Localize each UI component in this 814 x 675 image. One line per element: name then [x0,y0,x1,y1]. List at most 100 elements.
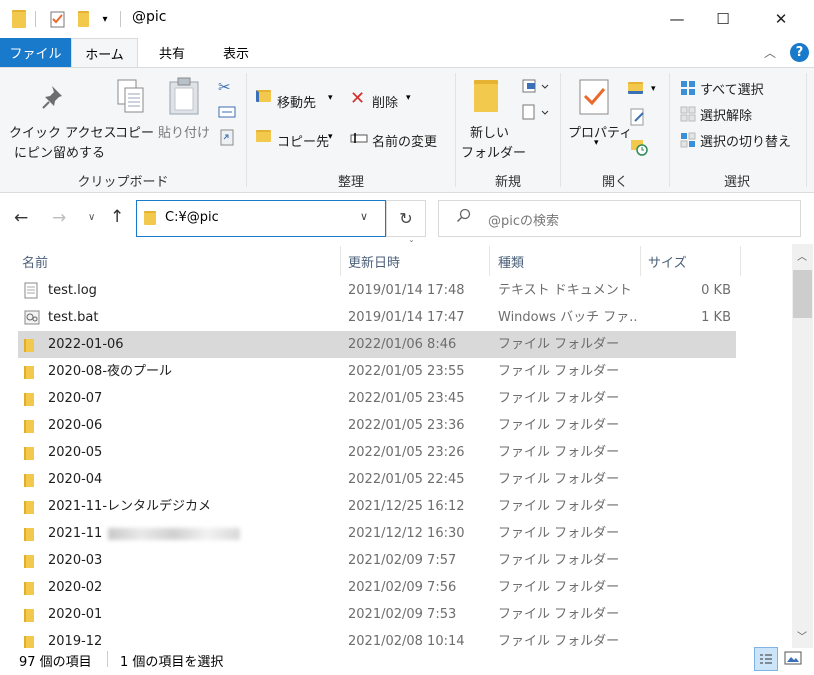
new-folder-quick-icon[interactable] [74,10,92,28]
file-type: ファイル フォルダー [498,445,620,460]
column-header-size[interactable]: サイズ [648,246,738,276]
file-row[interactable]: 2020-05 2022/01/05 23:26 ファイル フォルダー [18,439,736,466]
file-date: 2021/02/09 7:57 [348,553,457,568]
customize-qa-dropdown-icon[interactable]: ▾ [98,10,112,28]
file-type: テキスト ドキュメント [498,283,632,298]
file-date: 2022/01/05 23:45 [348,391,465,406]
file-row[interactable]: 2020-07 2022/01/05 23:45 ファイル フォルダー [18,385,736,412]
new-item-icon[interactable] [522,78,550,97]
group-label-organize: 整理 [337,175,364,190]
column-header-date[interactable]: 更新日時 [348,246,488,276]
file-size: 1 KB [701,310,731,325]
delete-dropdown-icon[interactable]: ▾ [406,93,411,103]
search-icon [456,208,472,227]
close-button[interactable]: ✕ [758,0,804,38]
file-row[interactable]: 2021-11 2021/12/12 16:30 ファイル フォルダー [18,520,736,547]
file-name[interactable]: 2020-01 [48,601,343,628]
file-row[interactable]: 2021-11-レンタルデジカメ 2021/12/25 16:12 ファイル フォル… [18,493,736,520]
collapse-ribbon-icon[interactable]: ︿ [764,44,776,61]
scrollbar-thumb[interactable] [793,270,812,318]
properties-icon [578,78,610,119]
properties-quick-icon[interactable] [48,10,68,28]
new-folder-label-1[interactable]: 新しい [470,122,509,141]
file-row[interactable]: 2020-08-夜のプール 2022/01/05 23:55 ファイル フォルダー [18,358,736,385]
file-row[interactable]: 2020-03 2021/02/09 7:57 ファイル フォルダー [18,547,736,574]
tab-home[interactable]: ホーム [71,38,138,68]
tab-file[interactable]: ファイル [0,38,71,67]
folder-icon [24,493,42,520]
file-row[interactable]: test.bat 2019/01/14 17:47 Windows バッチ ファ..… [18,304,736,331]
properties-button[interactable]: プロパティ [568,122,632,141]
tab-share[interactable]: 共有 [150,38,194,67]
invert-selection-button[interactable]: 選択の切り替え [700,131,791,150]
edit-icon[interactable] [630,108,646,129]
back-icon[interactable]: ← [14,208,28,228]
tab-view[interactable]: 表示 [214,38,258,67]
file-name[interactable]: 2020-06 [48,412,343,439]
file-name[interactable]: 2022-01-06 [48,331,343,358]
file-name[interactable]: test.log [48,277,343,304]
open-icon[interactable] [628,82,643,94]
history-icon[interactable] [630,138,648,159]
file-name[interactable]: 2020-04 [48,466,343,493]
select-none-button[interactable]: 選択解除 [700,105,752,124]
rename-button[interactable]: 名前の変更 [372,131,437,150]
file-name[interactable]: test.bat [48,304,343,331]
file-date: 2021/12/25 16:12 [348,499,465,514]
scroll-down-icon[interactable]: ﹀ [797,628,807,643]
details-view-icon[interactable] [754,647,778,671]
copy-to-button[interactable]: コピー先 [277,131,329,150]
delete-button[interactable]: 削除 [372,92,398,111]
select-all-button[interactable]: すべて選択 [700,79,764,98]
address-path[interactable]: C:¥@pic [165,210,219,225]
properties-dropdown-icon[interactable]: ▾ [594,138,599,148]
large-icons-view-icon[interactable] [784,651,802,668]
column-header-name[interactable]: 名前 [22,246,340,276]
file-row[interactable]: 2020-06 2022/01/05 23:36 ファイル フォルダー [18,412,736,439]
file-row[interactable]: 2020-02 2021/02/09 7:56 ファイル フォルダー [18,574,736,601]
file-row[interactable]: 2020-01 2021/02/09 7:53 ファイル フォルダー [18,601,736,628]
file-name[interactable]: 2020-05 [48,439,343,466]
move-to-dropdown-icon[interactable]: ▾ [328,93,333,103]
file-size [648,574,731,601]
paste-button[interactable]: 貼り付け [158,122,210,141]
easy-access-icon[interactable] [522,104,550,123]
file-row[interactable]: 2020-04 2022/01/05 22:45 ファイル フォルダー [18,466,736,493]
search-placeholder[interactable]: @picの検索 [488,210,559,229]
file-name[interactable]: 2020-08-夜のプール [48,358,343,385]
file-name[interactable]: 2021-11-レンタルデジカメ [48,493,343,520]
file-name[interactable]: 2020-03 [48,547,343,574]
column-header-type[interactable]: 種類 [498,246,638,276]
new-folder-label-2[interactable]: フォルダー [461,142,526,161]
file-date: 2022/01/05 23:26 [348,445,465,460]
file-row[interactable]: 2022-01-06 2022/01/06 8:46 ファイル フォルダー [18,331,736,358]
copy-to-dropdown-icon[interactable]: ▾ [328,132,333,142]
minimize-button[interactable]: — [654,0,700,38]
copy-icon [115,78,147,119]
pin-quick-access-label-1[interactable]: クイック アクセス [9,122,116,141]
file-type: ファイル フォルダー [498,526,620,541]
scroll-up-icon[interactable]: ︿ [797,248,807,263]
file-name[interactable]: 2020-02 [48,574,343,601]
move-to-icon [256,90,271,102]
move-to-button[interactable]: 移動先 [277,92,316,111]
maximize-button[interactable]: ☐ [700,0,746,38]
rename-icon [350,132,368,147]
file-row[interactable]: test.log 2019/01/14 17:48 テキスト ドキュメント 0 KB [18,277,736,304]
refresh-icon[interactable]: ↻ [386,200,426,237]
open-dropdown-icon[interactable]: ▾ [651,84,656,94]
pin-quick-access-label-2[interactable]: にピン留めする [14,142,105,161]
paste-shortcut-icon[interactable] [220,128,234,149]
recent-locations-icon[interactable]: ∨ [88,212,95,223]
forward-icon[interactable]: → [52,208,66,228]
copy-button[interactable]: コピー [115,122,154,141]
address-dropdown-icon[interactable]: ∨ [360,210,368,223]
cut-icon[interactable]: ✂ [218,78,231,96]
file-name[interactable]: 2020-07 [48,385,343,412]
help-icon[interactable]: ? [790,43,809,62]
file-size [648,520,731,547]
up-icon[interactable]: ↑ [110,207,124,227]
folder-icon [24,466,42,493]
copy-path-icon[interactable] [218,104,236,123]
group-label-select: 選択 [723,175,750,190]
